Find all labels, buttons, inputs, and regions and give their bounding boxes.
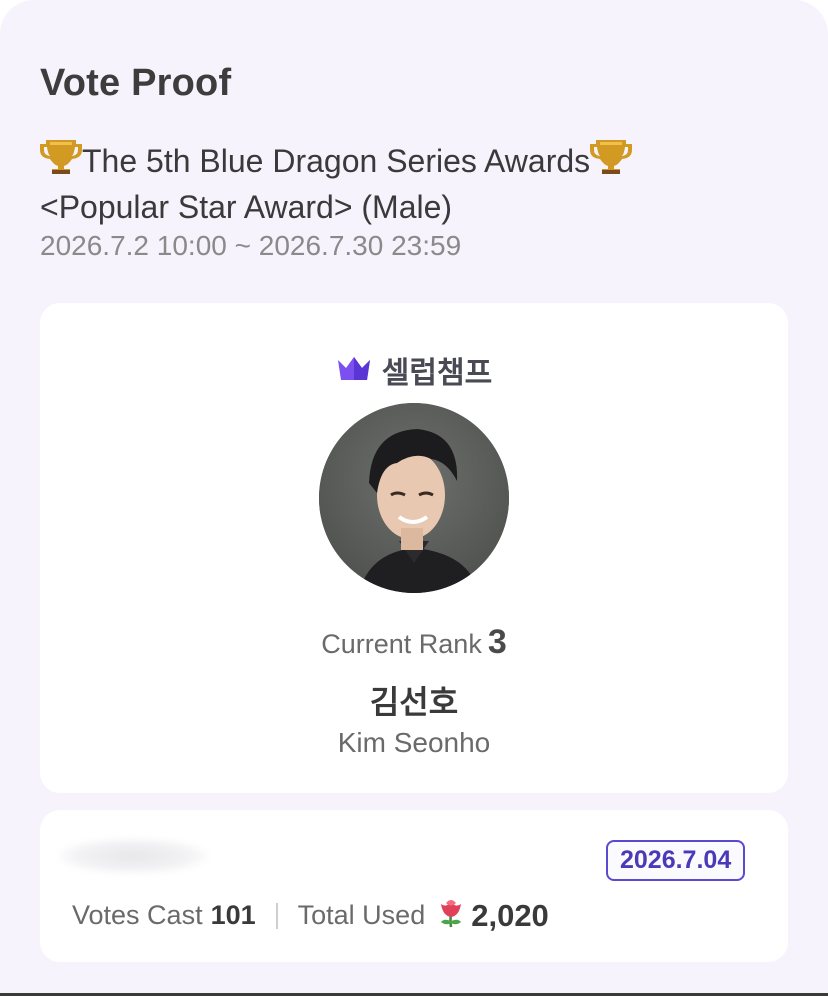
page-title: Vote Proof	[40, 62, 232, 104]
candidate-name-korean: 김선호	[369, 683, 459, 721]
candidate-name-english: Kim Seonho	[337, 727, 491, 758]
brand-header: 셀럽챔프	[40, 348, 788, 392]
candidate-avatar	[319, 403, 509, 593]
votes-cast-value: 101	[210, 900, 256, 930]
crown-icon	[336, 354, 372, 387]
current-rank: Current Rank 3	[40, 623, 788, 662]
rose-icon	[435, 896, 467, 935]
rank-value: 3	[487, 623, 507, 661]
event-title: The 5th Blue Dragon Series Awards <Popul…	[40, 136, 800, 228]
total-used-value: 2,020	[471, 897, 549, 933]
trophy-icon	[590, 136, 633, 186]
votes-cast-label: Votes Cast	[72, 900, 203, 930]
total-used-label: Total Used	[297, 900, 426, 930]
vote-proof-sheet: Vote Proof The 5th Blue Dragon Series Aw…	[0, 0, 828, 996]
vote-stats: Votes Cast 101 Total Used 2,020	[72, 896, 549, 935]
rank-label: Current Rank	[321, 629, 482, 659]
vote-summary-card: 2026.7.04 Votes Cast 101 Total Used 2,02…	[40, 810, 788, 962]
trophy-icon	[40, 136, 82, 186]
event-dates: 2026.7.2 10:00 ~ 2026.7.30 23:59	[40, 230, 462, 261]
event-name-line2: <Popular Star Award> (Male)	[40, 189, 453, 225]
vote-date-badge: 2026.7.04	[606, 840, 746, 881]
event-name-line1: The 5th Blue Dragon Series Awards	[82, 143, 591, 179]
brand-name: 셀럽챔프	[381, 356, 493, 391]
stats-divider	[275, 902, 278, 929]
candidate-card: 셀럽챔프 Current Rank 3 김선호 Kim Seonho	[40, 303, 788, 793]
blurred-username	[58, 838, 208, 874]
